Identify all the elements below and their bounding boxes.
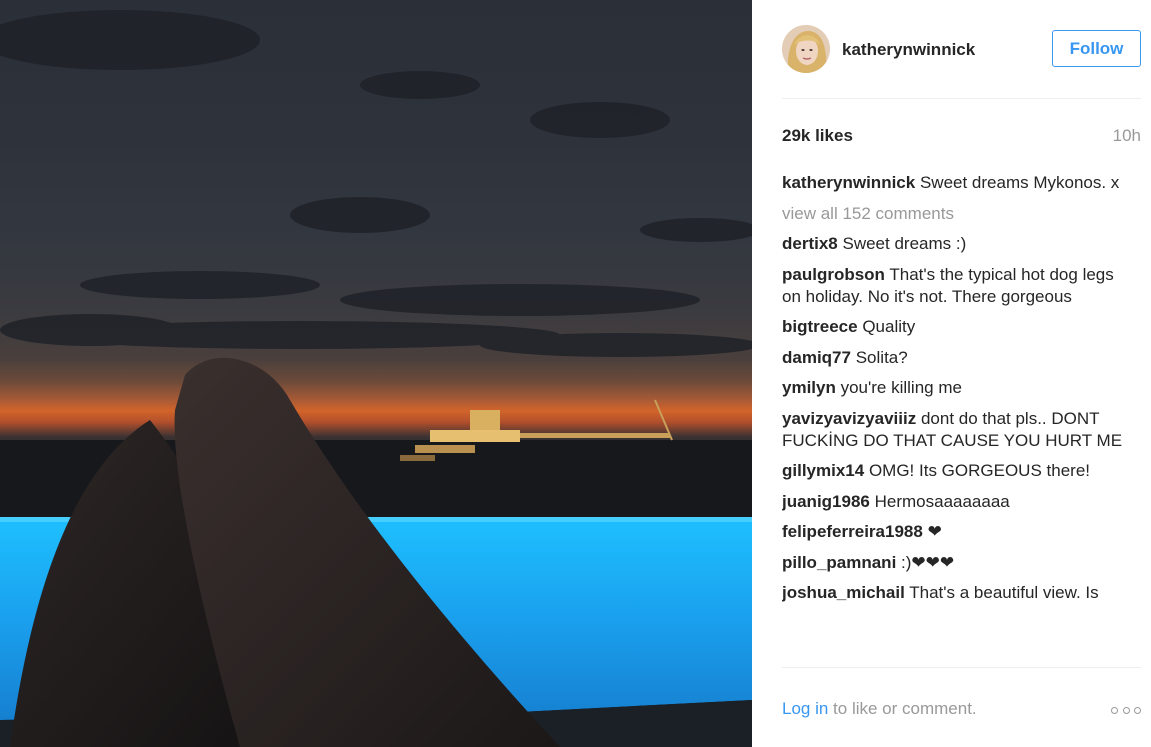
login-prompt-text: to like or comment. (828, 699, 977, 718)
view-all-comments-link[interactable]: view all 152 comments (782, 203, 1137, 225)
avatar[interactable] (782, 25, 830, 73)
comment-text: Solita? (855, 347, 908, 367)
post-header: katherynwinnick Follow (782, 25, 1141, 75)
login-link[interactable]: Log in (782, 699, 828, 718)
comment-item: dertix8 Sweet dreams :) (782, 233, 1137, 255)
footer-login-prompt: Log in to like or comment. (782, 699, 977, 719)
comment-text: OMG! Its GORGEOUS there! (868, 461, 1090, 480)
comment-item: yavizyavizyaviiiz dont do that pls.. DON… (782, 408, 1137, 452)
comment-text: you're killing me (840, 378, 962, 397)
comment-item: gillymix14 OMG! Its GORGEOUS there! (782, 460, 1137, 482)
comment-username[interactable]: ymilyn (782, 378, 836, 397)
comment-item: bigtreece Quality (782, 316, 1137, 338)
caption-text: Sweet dreams Mykonos. x (919, 173, 1120, 192)
dot-icon (1111, 706, 1118, 714)
comment-username[interactable]: juanig1986 (782, 492, 870, 511)
dot-icon (1122, 706, 1130, 714)
divider (782, 667, 1141, 668)
post-time[interactable]: 10h (1113, 126, 1141, 146)
comment-text: That's a beautiful view. Is (909, 583, 1099, 602)
comment-text: Sweet dreams :) (842, 234, 967, 253)
caption-username[interactable]: katherynwinnick (782, 173, 915, 192)
comment-text: ❤ (927, 522, 942, 541)
comment-item: damiq77 Solita? (782, 347, 1137, 369)
photo-scene (0, 10, 752, 747)
comment-item: pillo_pamnani :)❤❤❤ (782, 552, 1137, 574)
more-options-icon[interactable] (1111, 705, 1141, 715)
post-username[interactable]: katherynwinnick (842, 40, 975, 60)
avatar-image (782, 25, 830, 73)
comment-username[interactable]: yavizyavizyaviiiz (782, 409, 916, 428)
comment-username[interactable]: damiq77 (782, 348, 851, 367)
divider (782, 98, 1141, 99)
comment-item: juanig1986 Hermosaaaaaaaa (782, 491, 1137, 513)
dot-icon (1134, 706, 1141, 714)
comment-item: felipeferreira1988 ❤ (782, 521, 1137, 543)
comment-username[interactable]: joshua_michail (782, 583, 905, 602)
comment-item: paulgrobson That's the typical hot dog l… (782, 264, 1137, 308)
follow-button[interactable]: Follow (1052, 30, 1141, 67)
comment-username[interactable]: felipeferreira1988 (782, 522, 923, 541)
post-photo[interactable] (0, 0, 752, 747)
comment-username[interactable]: gillymix14 (782, 461, 864, 480)
likes-count[interactable]: 29k likes (782, 126, 853, 146)
comments-list[interactable]: katherynwinnick Sweet dreams Mykonos. x … (782, 172, 1137, 666)
comment-text: :)❤❤❤ (901, 552, 955, 572)
comment-text: Quality (862, 317, 916, 336)
post-sidebar: katherynwinnick Follow 29k likes 10h kat… (752, 0, 1151, 747)
comment-text: Hermosaaaaaaaa (874, 491, 1010, 511)
caption: katherynwinnick Sweet dreams Mykonos. x (782, 172, 1137, 194)
comment-username[interactable]: pillo_pamnani (782, 553, 896, 572)
comment-username[interactable]: dertix8 (782, 234, 838, 253)
comment-item: joshua_michail That's a beautiful view. … (782, 582, 1137, 604)
comment-item: ymilyn you're killing me (782, 377, 1137, 399)
comment-username[interactable]: paulgrobson (782, 265, 885, 284)
comment-username[interactable]: bigtreece (782, 317, 858, 336)
